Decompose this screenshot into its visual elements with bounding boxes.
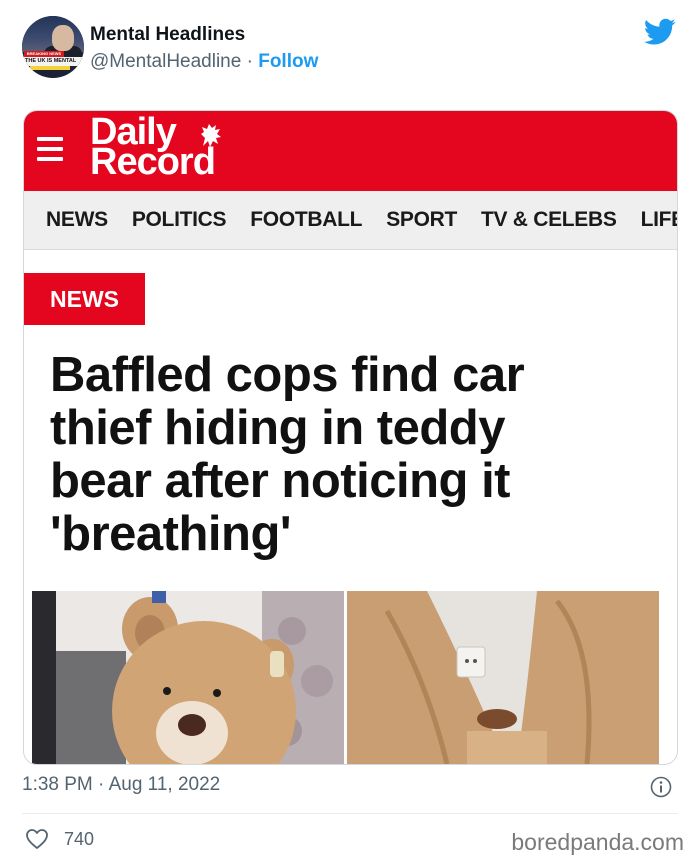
- site-nav-item: SPORT: [386, 208, 458, 231]
- embedded-article-image[interactable]: Daily Record NEWS POLITICS FOOTBALL SPORT TV…: [23, 110, 678, 765]
- headline-line: Baffled cops find car: [50, 348, 525, 402]
- menu-icon: [37, 137, 63, 161]
- article-photos: [32, 591, 659, 764]
- avatar-headline-banner: THE UK IS MENTAL: [22, 57, 84, 66]
- source-watermark: boredpanda.com: [511, 829, 684, 855]
- teddy-bear-photo-left: [32, 591, 344, 764]
- site-nav-item: FOOTBALL: [250, 208, 363, 231]
- site-nav-bar: NEWS POLITICS FOOTBALL SPORT TV & CELEBS LIFE…: [24, 191, 677, 250]
- account-handle[interactable]: @MentalHeadline: [90, 51, 241, 72]
- site-nav-item: NEWS: [46, 208, 108, 231]
- tweet-header: BREAKING NEWS THE UK IS MENTAL Mental He…: [22, 16, 680, 80]
- headline-line: 'breathing': [50, 507, 292, 561]
- like-count[interactable]: 740: [64, 829, 94, 850]
- avatar[interactable]: BREAKING NEWS THE UK IS MENTAL: [22, 16, 84, 78]
- headline-line: thief hiding in teddy: [50, 401, 505, 455]
- teddy-bear-photo-right: [347, 591, 659, 764]
- site-nav-item: LIFE &: [640, 208, 677, 231]
- lion-crest-icon: [201, 124, 221, 147]
- site-nav-item: POLITICS: [131, 208, 227, 231]
- account-name[interactable]: Mental Headlines: [90, 24, 245, 46]
- article-headline: Baffled cops find car thief hiding in te…: [50, 349, 650, 561]
- tweet-timestamp[interactable]: 1:38 PM · Aug 11, 2022: [22, 774, 220, 796]
- footer-divider: [22, 813, 678, 814]
- avatar-ticker: [30, 66, 70, 70]
- avatar-figure-face: [52, 25, 74, 51]
- follow-button[interactable]: Follow: [258, 51, 318, 72]
- handle-separator: ·: [241, 51, 259, 72]
- handle-line: @MentalHeadline · Follow: [90, 51, 318, 73]
- site-header-bar: Daily Record: [24, 111, 677, 191]
- info-icon[interactable]: [650, 776, 672, 798]
- heart-icon[interactable]: [25, 828, 49, 850]
- headline-line: bear after noticing it: [50, 454, 511, 508]
- site-logo-line-2: Record: [90, 141, 216, 183]
- twitter-bird-icon[interactable]: [644, 18, 676, 46]
- site-nav-item: TV & CELEBS: [481, 208, 617, 231]
- section-badge: NEWS: [24, 273, 145, 325]
